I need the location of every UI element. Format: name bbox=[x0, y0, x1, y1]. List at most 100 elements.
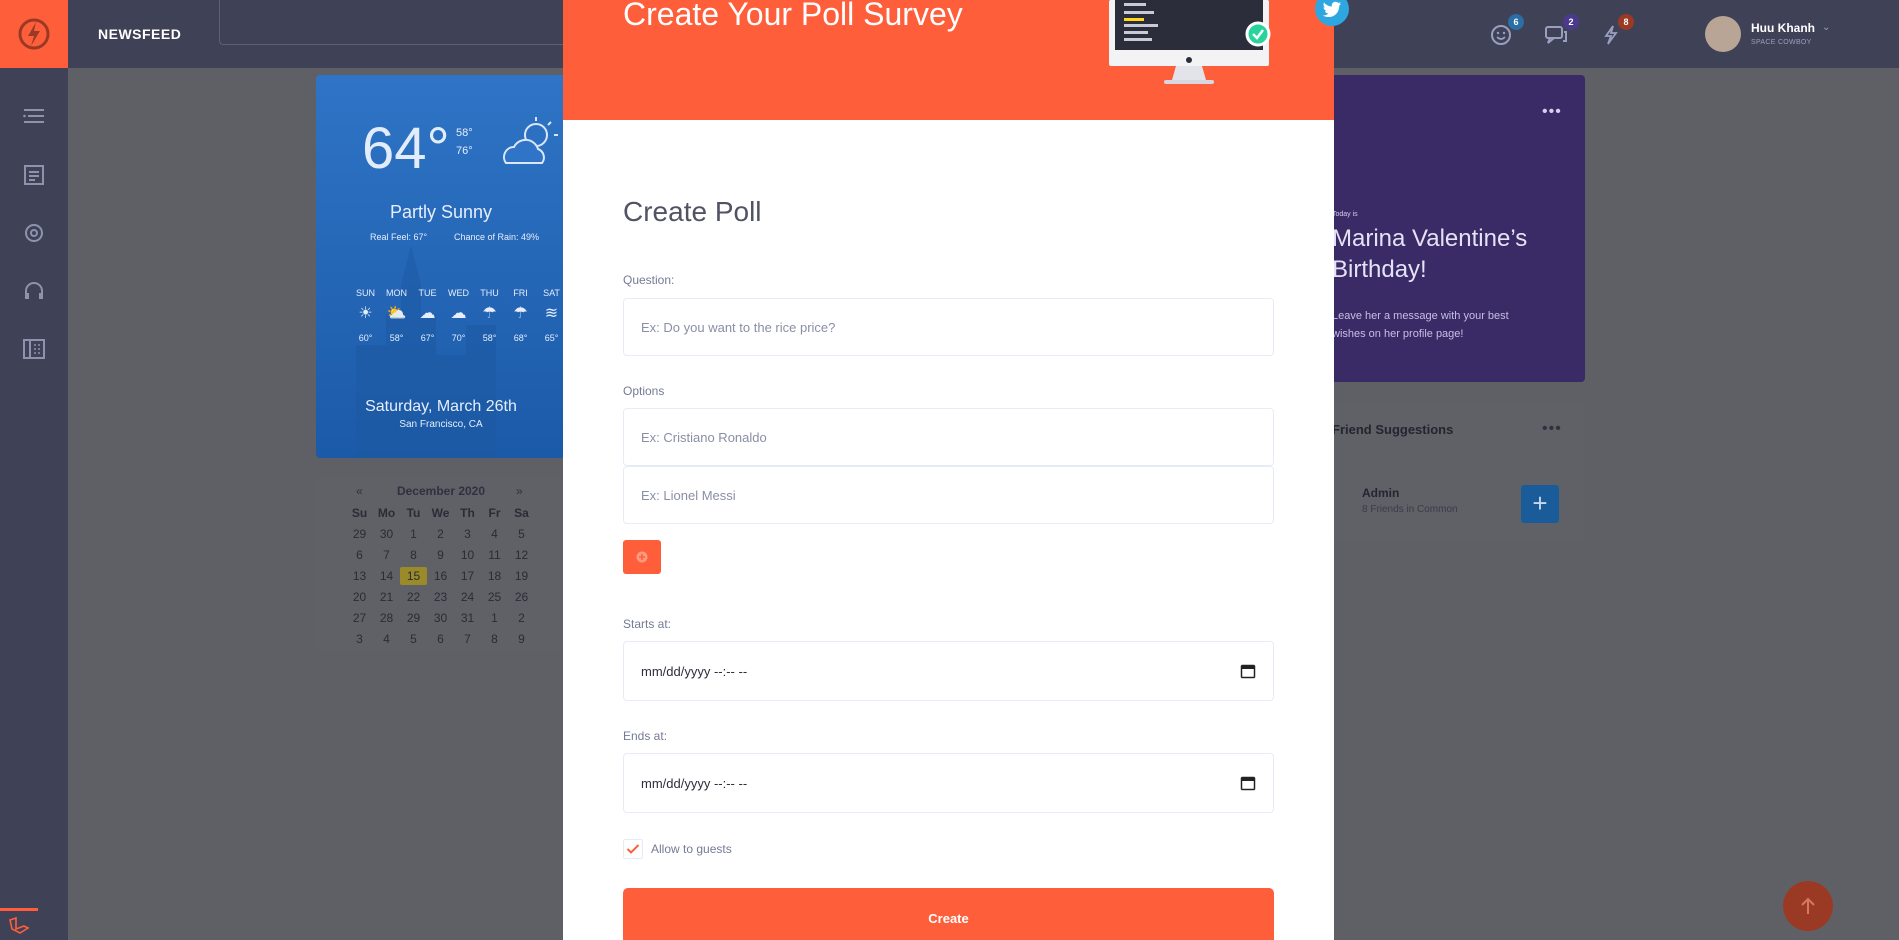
calendar-day[interactable]: 3 bbox=[346, 630, 373, 648]
forecast-day: SAT ≋ 65° bbox=[536, 288, 566, 343]
forecast-day-name: SUN bbox=[355, 288, 375, 298]
add-friend-button[interactable]: + bbox=[1521, 485, 1559, 523]
rain-chance: Chance of Rain: 49% bbox=[454, 232, 540, 242]
calendar-day[interactable]: 9 bbox=[427, 546, 454, 564]
calendar-day[interactable]: 9 bbox=[508, 630, 535, 648]
forecast-day: TUE ☁ 67° bbox=[412, 288, 443, 343]
calendar-day[interactable]: 6 bbox=[346, 546, 373, 564]
calendar-day[interactable]: 11 bbox=[481, 546, 508, 564]
manage-widgets-icon[interactable] bbox=[22, 338, 46, 360]
forecast-temp: 58° bbox=[389, 333, 404, 343]
calendar-day[interactable]: 10 bbox=[454, 546, 481, 564]
calendar-day[interactable]: 4 bbox=[481, 525, 508, 543]
notifications-button[interactable]: 8 bbox=[1598, 14, 1634, 48]
calendar-day[interactable]: 5 bbox=[508, 525, 535, 543]
friends-in-common: 8 Friends in Common bbox=[1362, 504, 1458, 515]
forecast-temp: 58° bbox=[482, 333, 497, 343]
calendar-day[interactable]: 14 bbox=[373, 567, 400, 585]
calendar-day[interactable]: 12 bbox=[508, 546, 535, 564]
create-poll-modal: Create Your Poll Survey Create Poll Ques… bbox=[563, 0, 1349, 940]
devtools-button[interactable] bbox=[0, 908, 38, 940]
calendar-day[interactable]: 19 bbox=[508, 567, 535, 585]
monitor-illustration bbox=[1109, 0, 1271, 84]
forecast-day-name: FRI bbox=[513, 288, 528, 298]
logo[interactable] bbox=[0, 0, 68, 68]
forecast-temp: 65° bbox=[544, 333, 559, 343]
calendar-day[interactable]: 21 bbox=[373, 588, 400, 606]
friend-name[interactable]: Admin bbox=[1362, 486, 1399, 500]
calendar-day[interactable]: 1 bbox=[400, 525, 427, 543]
calendar-day[interactable]: 17 bbox=[454, 567, 481, 585]
weather-condition: Partly Sunny bbox=[389, 202, 493, 222]
allow-guests-checkbox[interactable] bbox=[623, 839, 643, 859]
add-option-button[interactable] bbox=[623, 540, 661, 574]
birthday-widget: ••• Today is Marina Valentine’s Birthday… bbox=[1332, 75, 1585, 382]
messages-button[interactable]: 2 bbox=[1543, 14, 1579, 48]
more-options-icon[interactable]: ••• bbox=[1542, 103, 1562, 121]
back-to-top-button[interactable] bbox=[1783, 881, 1833, 931]
calendar-day[interactable]: 7 bbox=[373, 546, 400, 564]
starts-at-value: mm/dd/yyyy --:-- -- bbox=[641, 663, 748, 679]
calendar-day[interactable]: 28 bbox=[373, 609, 400, 627]
headphones-icon[interactable] bbox=[22, 280, 46, 302]
user-name: Huu Khanh bbox=[1751, 21, 1815, 35]
calendar-day[interactable]: 5 bbox=[400, 630, 427, 648]
calendar-day[interactable]: 22 bbox=[400, 588, 427, 606]
checkmark-icon bbox=[626, 844, 640, 854]
calendar-day[interactable]: 8 bbox=[481, 630, 508, 648]
calendar-day[interactable]: 31 bbox=[454, 609, 481, 627]
calendar-day[interactable]: 4 bbox=[373, 630, 400, 648]
twitter-icon bbox=[1323, 1, 1341, 17]
options-label: Options bbox=[623, 384, 665, 398]
allow-guests-label[interactable]: Allow to guests bbox=[651, 842, 732, 856]
calendar-day[interactable]: 2 bbox=[427, 525, 454, 543]
create-button[interactable]: Create bbox=[623, 888, 1274, 940]
calendar-day[interactable]: 7 bbox=[454, 630, 481, 648]
calendar-day[interactable]: 20 bbox=[346, 588, 373, 606]
question-input[interactable] bbox=[623, 298, 1274, 356]
left-sidebar bbox=[0, 68, 68, 940]
calendar-icon[interactable] bbox=[1240, 663, 1256, 679]
calendar-day[interactable]: 1 bbox=[481, 609, 508, 627]
calendar-day[interactable]: 24 bbox=[454, 588, 481, 606]
modal-header-title: Create Your Poll Survey bbox=[623, 0, 963, 32]
newsfeed-icon[interactable] bbox=[22, 164, 46, 186]
calendar-day[interactable]: 15 bbox=[400, 567, 427, 585]
calendar-day[interactable]: 16 bbox=[427, 567, 454, 585]
real-feel: Real Feel: 67° bbox=[370, 232, 428, 242]
forecast-day: FRI ☂ 68° bbox=[505, 288, 536, 343]
option-1-input[interactable] bbox=[623, 408, 1274, 466]
more-options-icon[interactable]: ••• bbox=[1542, 420, 1562, 438]
calendar-day[interactable]: 13 bbox=[346, 567, 373, 585]
user-subtitle: SPACE COWBOY bbox=[1751, 39, 1812, 46]
star-icon[interactable] bbox=[22, 222, 46, 244]
calendar-day[interactable]: 30 bbox=[373, 525, 400, 543]
page-nav-label: NEWSFEED bbox=[98, 26, 182, 42]
forecast-temp: 70° bbox=[451, 333, 466, 343]
friend-requests-button[interactable]: 6 bbox=[1488, 14, 1524, 48]
calendar-day[interactable]: 25 bbox=[481, 588, 508, 606]
calendar-day[interactable]: 23 bbox=[427, 588, 454, 606]
option-2-input[interactable] bbox=[623, 466, 1274, 524]
calendar-next-button[interactable]: » bbox=[516, 484, 523, 498]
calendar-day-name: Tu bbox=[406, 506, 421, 520]
calendar-day[interactable]: 29 bbox=[346, 525, 373, 543]
calendar-day[interactable]: 8 bbox=[400, 546, 427, 564]
starts-at-input[interactable]: mm/dd/yyyy --:-- -- bbox=[623, 641, 1274, 701]
calendar-day[interactable]: 27 bbox=[346, 609, 373, 627]
chevron-down-icon[interactable]: ⌄ bbox=[1822, 22, 1830, 33]
ends-at-input[interactable]: mm/dd/yyyy --:-- -- bbox=[623, 753, 1274, 813]
calendar-day[interactable]: 6 bbox=[427, 630, 454, 648]
calendar-day[interactable]: 18 bbox=[481, 567, 508, 585]
calendar-day[interactable]: 29 bbox=[400, 609, 427, 627]
calendar-day[interactable]: 26 bbox=[508, 588, 535, 606]
calendar-day[interactable]: 3 bbox=[454, 525, 481, 543]
calendar-day[interactable]: 30 bbox=[427, 609, 454, 627]
menu-icon[interactable] bbox=[22, 106, 46, 128]
avatar[interactable] bbox=[1705, 16, 1741, 52]
rain-icon: ☂ bbox=[482, 305, 497, 322]
calendar-day[interactable]: 2 bbox=[508, 609, 535, 627]
weather-forecast: SUN ☀ 60° MON ⛅ 58° TUE ☁ 67° WED ☁ 70° THU ☂ 58° … bbox=[350, 288, 566, 343]
calendar-icon[interactable] bbox=[1240, 775, 1256, 791]
add-icon bbox=[636, 551, 648, 563]
